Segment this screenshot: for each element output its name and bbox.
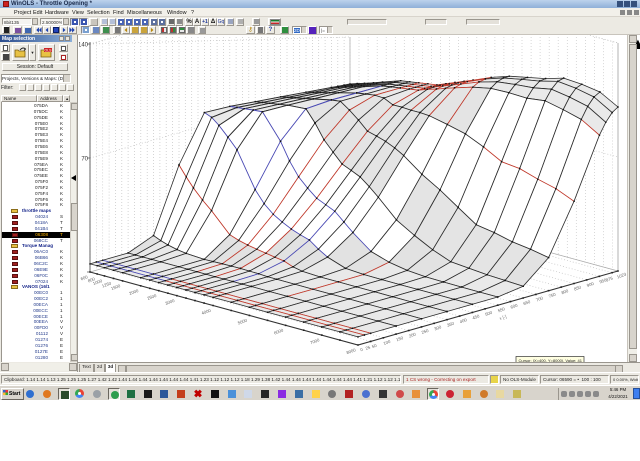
svg-text:x [-]: x [-] xyxy=(499,314,507,321)
svg-text:2000: 2000 xyxy=(128,288,139,296)
svg-text:600: 600 xyxy=(510,302,519,309)
svg-text:2500: 2500 xyxy=(146,293,157,301)
svg-text:250: 250 xyxy=(421,328,430,335)
svg-text:300: 300 xyxy=(433,324,442,331)
svg-text:50: 50 xyxy=(371,343,378,350)
svg-text:150: 150 xyxy=(395,335,404,342)
svg-text:Cursor: (X=400, Y=8000), Value: Cursor: (X=400, Y=8000), Value: 41 xyxy=(519,358,583,363)
svg-text:850: 850 xyxy=(573,284,582,291)
svg-text:5000: 5000 xyxy=(237,317,248,325)
svg-text:350: 350 xyxy=(446,321,455,328)
svg-text:975: 975 xyxy=(605,275,614,282)
svg-text:7000: 7000 xyxy=(309,337,320,345)
svg-text:200: 200 xyxy=(408,331,417,338)
svg-text:6000: 6000 xyxy=(273,327,284,335)
svg-text:750: 750 xyxy=(548,292,557,299)
svg-text:650: 650 xyxy=(522,299,531,306)
svg-text:700: 700 xyxy=(535,295,544,302)
svg-text:1023: 1023 xyxy=(616,271,627,279)
svg-text:450: 450 xyxy=(472,313,481,320)
svg-text:70: 70 xyxy=(81,157,88,163)
svg-text:550: 550 xyxy=(497,306,506,313)
svg-text:0: 0 xyxy=(360,347,365,353)
svg-text:3000: 3000 xyxy=(165,298,176,306)
svg-text:800: 800 xyxy=(561,288,570,295)
svg-text:500: 500 xyxy=(484,310,493,317)
svg-text:400: 400 xyxy=(459,317,468,324)
svg-text:OLS: OLS xyxy=(45,49,53,53)
svg-text:100: 100 xyxy=(383,339,392,346)
svg-text:8000: 8000 xyxy=(346,347,357,355)
svg-text:4000: 4000 xyxy=(201,308,212,316)
svg-text:140: 140 xyxy=(78,43,89,49)
svg-text:1500: 1500 xyxy=(110,283,121,291)
svg-text:900: 900 xyxy=(586,281,595,288)
